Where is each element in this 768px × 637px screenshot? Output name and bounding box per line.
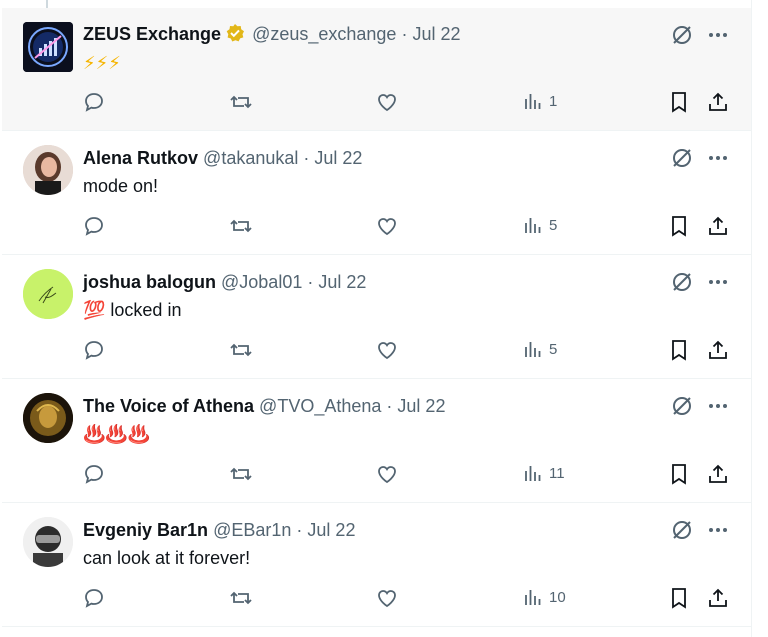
more-options-icon[interactable] <box>707 395 729 417</box>
share-button[interactable] <box>707 587 729 609</box>
avatar[interactable] <box>23 269 73 319</box>
repost-button[interactable] <box>229 463 253 485</box>
more-options-icon[interactable] <box>707 519 729 541</box>
repost-button[interactable] <box>229 215 253 237</box>
post[interactable]: joshua balogun @Jobal01 · Jul 22 💯 locke… <box>2 255 751 379</box>
avatar[interactable] <box>23 393 73 443</box>
author-handle[interactable]: @takanukal <box>203 148 298 168</box>
post-top-controls <box>671 24 729 46</box>
post-header: Evgeniy Bar1n @EBar1n · Jul 22 <box>83 519 355 541</box>
separator-dot: · <box>296 520 303 540</box>
post-actions: 10 <box>83 587 731 611</box>
bookmark-button[interactable] <box>669 91 689 113</box>
views-count: 11 <box>549 464 565 482</box>
reply-button[interactable] <box>83 587 105 609</box>
timeline-feed: ZEUS Exchange @zeus_exchange · Jul 22 ⚡⚡… <box>2 0 752 637</box>
post[interactable]: Evgeniy Bar1n @EBar1n · Jul 22 can look … <box>2 503 751 627</box>
post-text: ⚡⚡⚡ <box>83 53 121 73</box>
share-button[interactable] <box>707 463 729 485</box>
grok-icon[interactable] <box>671 395 693 417</box>
author-name[interactable]: ZEUS Exchange <box>83 24 221 44</box>
author-handle[interactable]: @TVO_Athena <box>259 396 381 416</box>
post-header: The Voice of Athena @TVO_Athena · Jul 22 <box>83 395 445 417</box>
avatar[interactable] <box>23 22 73 72</box>
like-button[interactable] <box>376 215 398 237</box>
post-date[interactable]: Jul 22 <box>307 520 355 540</box>
grok-icon[interactable] <box>671 271 693 293</box>
post-top-controls <box>671 271 729 293</box>
views-button[interactable]: 10 <box>523 587 566 607</box>
views-button[interactable]: 5 <box>523 339 557 359</box>
bookmark-button[interactable] <box>669 215 689 237</box>
views-count: 10 <box>549 588 566 606</box>
post[interactable]: ZEUS Exchange @zeus_exchange · Jul 22 ⚡⚡… <box>2 8 751 131</box>
author-handle[interactable]: @zeus_exchange <box>252 24 396 44</box>
post-top-controls <box>671 147 729 169</box>
separator-dot: · <box>401 24 408 44</box>
grok-icon[interactable] <box>671 24 693 46</box>
post-header: Alena Rutkov @takanukal · Jul 22 <box>83 147 362 169</box>
views-count: 5 <box>549 216 558 234</box>
share-button[interactable] <box>707 339 729 361</box>
post-text: ♨️♨️♨️ <box>83 424 151 444</box>
author-name[interactable]: Evgeniy Bar1n <box>83 520 208 540</box>
post-date[interactable]: Jul 22 <box>314 148 362 168</box>
views-count: 1 <box>549 92 558 110</box>
avatar[interactable] <box>23 145 73 195</box>
post[interactable]: Alena Rutkov @takanukal · Jul 22 mode on… <box>2 131 751 255</box>
grok-icon[interactable] <box>671 519 693 541</box>
views-count: 5 <box>549 340 558 358</box>
reply-button[interactable] <box>83 91 105 113</box>
author-handle[interactable]: @EBar1n <box>213 520 291 540</box>
grok-icon[interactable] <box>671 147 693 169</box>
like-button[interactable] <box>376 339 398 361</box>
author-handle[interactable]: @Jobal01 <box>221 272 302 292</box>
share-button[interactable] <box>707 91 729 113</box>
separator-dot: · <box>303 148 310 168</box>
repost-button[interactable] <box>229 587 253 609</box>
post-actions: 5 <box>83 215 731 239</box>
repost-button[interactable] <box>229 339 253 361</box>
thread-connector-line <box>46 0 48 8</box>
like-button[interactable] <box>376 587 398 609</box>
more-options-icon[interactable] <box>707 271 729 293</box>
author-name[interactable]: Alena Rutkov <box>83 148 198 168</box>
post-date[interactable]: Jul 22 <box>397 396 445 416</box>
post-actions: 11 <box>83 463 731 487</box>
like-button[interactable] <box>376 463 398 485</box>
reply-button[interactable] <box>83 339 105 361</box>
avatar[interactable] <box>23 517 73 567</box>
post-text: 💯 locked in <box>83 300 182 320</box>
post-top-controls <box>671 395 729 417</box>
post-header: ZEUS Exchange @zeus_exchange · Jul 22 <box>83 23 461 45</box>
post-actions: 1 <box>83 91 731 115</box>
post-date[interactable]: Jul 22 <box>318 272 366 292</box>
verified-badge-icon <box>225 23 245 43</box>
like-button[interactable] <box>376 91 398 113</box>
post-actions: 5 <box>83 339 731 363</box>
reply-button[interactable] <box>83 463 105 485</box>
post-date[interactable]: Jul 22 <box>412 24 460 44</box>
separator-dot: · <box>307 272 314 292</box>
post-text: mode on! <box>83 176 159 196</box>
post-text: can look at it forever! <box>83 548 251 568</box>
post-header: joshua balogun @Jobal01 · Jul 22 <box>83 271 366 293</box>
views-button[interactable]: 1 <box>523 91 557 111</box>
bookmark-button[interactable] <box>669 463 689 485</box>
more-options-icon[interactable] <box>707 147 729 169</box>
repost-button[interactable] <box>229 91 253 113</box>
author-name[interactable]: The Voice of Athena <box>83 396 254 416</box>
separator-dot: · <box>386 396 393 416</box>
bookmark-button[interactable] <box>669 587 689 609</box>
views-button[interactable]: 11 <box>523 463 565 483</box>
views-button[interactable]: 5 <box>523 215 557 235</box>
bookmark-button[interactable] <box>669 339 689 361</box>
post-top-controls <box>671 519 729 541</box>
post[interactable]: The Voice of Athena @TVO_Athena · Jul 22… <box>2 379 751 503</box>
reply-button[interactable] <box>83 215 105 237</box>
share-button[interactable] <box>707 215 729 237</box>
author-name[interactable]: joshua balogun <box>83 272 216 292</box>
more-options-icon[interactable] <box>707 24 729 46</box>
